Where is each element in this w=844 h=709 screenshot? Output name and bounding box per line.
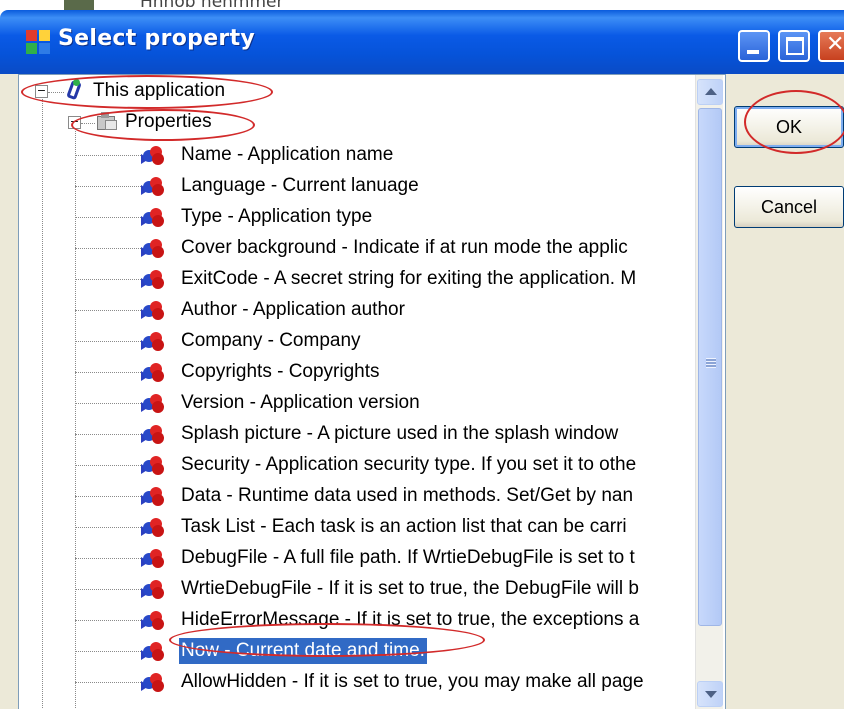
- root-expander[interactable]: −: [35, 85, 48, 98]
- property-icon: [141, 206, 167, 228]
- tree-root-label[interactable]: This application: [91, 78, 227, 104]
- scroll-up-button[interactable]: [697, 79, 723, 105]
- tree-item[interactable]: Copyrights - Copyrights: [179, 359, 382, 385]
- tree-item[interactable]: DebugFile - A full file path. If WrtieDe…: [179, 545, 637, 571]
- cancel-button[interactable]: Cancel: [734, 186, 844, 228]
- tree-item[interactable]: Data - Runtime data used in methods. Set…: [179, 483, 635, 509]
- dialog-titlebar[interactable]: Select property ✕: [0, 10, 844, 74]
- tree-connector: [75, 496, 141, 497]
- background-icon: [64, 0, 94, 10]
- property-icon: [141, 454, 167, 476]
- property-icon: [141, 392, 167, 414]
- property-icon: [141, 547, 167, 569]
- property-icon: [141, 423, 167, 445]
- tree-guide: [42, 99, 43, 709]
- property-icon: [141, 299, 167, 321]
- properties-folder-icon: [95, 111, 119, 133]
- tree-connector: [75, 527, 141, 528]
- tree-connector: [48, 92, 64, 93]
- tree-item-selected[interactable]: Now - Current date and time.: [179, 638, 427, 664]
- tree-item[interactable]: AllowHidden - If it is set to true, you …: [179, 669, 646, 695]
- tree-connector: [75, 620, 141, 621]
- tree-connector: [75, 651, 141, 652]
- tree-connector: [75, 434, 141, 435]
- tree-item[interactable]: Version - Application version: [179, 390, 422, 416]
- property-icon: [141, 516, 167, 538]
- tree-item[interactable]: Splash picture - A picture used in the s…: [179, 421, 620, 447]
- property-icon: [141, 640, 167, 662]
- property-tree[interactable]: − This application − Properties Name - A…: [18, 74, 726, 709]
- property-icon: [141, 578, 167, 600]
- tree-item[interactable]: Language - Current lanuage: [179, 173, 421, 199]
- property-icon: [141, 485, 167, 507]
- tree-vertical-scrollbar[interactable]: [695, 75, 723, 709]
- maximize-icon: [786, 37, 804, 55]
- chevron-up-icon: [705, 88, 717, 95]
- ok-button[interactable]: OK: [734, 106, 844, 148]
- minimize-icon: [747, 50, 759, 54]
- property-icon: [141, 671, 167, 693]
- tree-item[interactable]: Name - Application name: [179, 142, 395, 168]
- tree-connector: [81, 123, 95, 124]
- tree-connector: [75, 372, 141, 373]
- tree-connector: [75, 279, 141, 280]
- dialog-title: Select property: [58, 26, 256, 51]
- property-icon: [141, 144, 167, 166]
- tree-connector: [75, 558, 141, 559]
- property-icon: [141, 609, 167, 631]
- tree-connector: [75, 682, 141, 683]
- application-icon: [63, 79, 87, 103]
- app-window-icon: [26, 30, 50, 54]
- property-icon: [141, 330, 167, 352]
- close-icon: ✕: [826, 32, 844, 57]
- tree-connector: [75, 248, 141, 249]
- tree-connector: [75, 465, 141, 466]
- tree-item[interactable]: Type - Application type: [179, 204, 374, 230]
- scroll-down-button[interactable]: [697, 681, 723, 707]
- tree-item[interactable]: ExitCode - A secret string for exiting t…: [179, 266, 638, 292]
- minimize-button[interactable]: [738, 30, 770, 62]
- tree-item[interactable]: Author - Application author: [179, 297, 407, 323]
- property-icon: [141, 175, 167, 197]
- tree-connector: [75, 310, 141, 311]
- tree-connector: [75, 341, 141, 342]
- property-icon: [141, 361, 167, 383]
- chevron-down-icon: [705, 691, 717, 698]
- close-button[interactable]: ✕: [818, 30, 844, 62]
- tree-connector: [75, 403, 141, 404]
- tree-item[interactable]: Company - Company: [179, 328, 363, 354]
- tree-connector: [75, 186, 141, 187]
- tree-item[interactable]: Task List - Each task is an action list …: [179, 514, 629, 540]
- maximize-button[interactable]: [778, 30, 810, 62]
- property-icon: [141, 237, 167, 259]
- property-icon: [141, 268, 167, 290]
- tree-item[interactable]: Security - Application security type. If…: [179, 452, 638, 478]
- grip-icon: [706, 358, 716, 368]
- tree-connector: [75, 155, 141, 156]
- tree-item[interactable]: Cover background - Indicate if at run mo…: [179, 235, 630, 261]
- properties-expander[interactable]: −: [68, 116, 81, 129]
- tree-group-label[interactable]: Properties: [123, 109, 214, 135]
- tree-connector: [75, 217, 141, 218]
- tree-item[interactable]: HideErrorMessage - If it is set to true,…: [179, 607, 641, 633]
- tree-connector: [75, 589, 141, 590]
- tree-item[interactable]: WrtieDebugFile - If it is set to true, t…: [179, 576, 641, 602]
- scroll-thumb[interactable]: [698, 108, 722, 626]
